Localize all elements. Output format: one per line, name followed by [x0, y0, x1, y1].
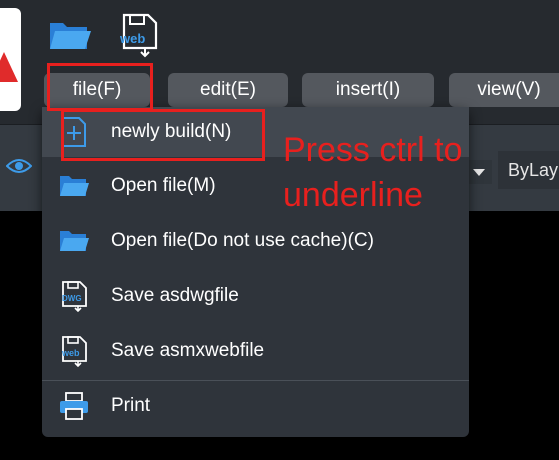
save-web-icon: web [58, 335, 90, 367]
folder-icon [58, 170, 90, 202]
new-file-icon [58, 116, 90, 148]
quick-save-web-button[interactable]: web [116, 12, 164, 58]
menu-item-print[interactable]: Print [42, 381, 469, 431]
folder-icon [58, 225, 90, 257]
save-web-badge: web [119, 31, 145, 46]
menu-tab-insert[interactable]: insert(I) [302, 73, 434, 107]
menu-item-label: Save asdwgfile [111, 285, 239, 306]
folder-icon [50, 23, 91, 49]
eye-icon[interactable] [6, 156, 32, 176]
menu-item-label: Save asmxwebfile [111, 340, 265, 361]
logo-mark [0, 52, 18, 82]
save-dwg-icon: DWG [58, 280, 90, 312]
menu-item-label: Print [111, 395, 151, 416]
dwg-badge: DWG [62, 294, 82, 303]
app-logo [0, 8, 21, 111]
save-web-icon: web [119, 13, 158, 58]
layer-combo[interactable]: ByLay [498, 151, 559, 189]
menu-item-open-file-no-cache[interactable]: Open file(Do not use cache)(C) [42, 216, 469, 266]
menu-tab-file[interactable]: file(F) [44, 73, 150, 107]
menu-tab-view[interactable]: view(V) [449, 73, 559, 107]
menu-item-label: newly build(N) [111, 121, 232, 142]
menu-item-label: Open file(M) [111, 175, 216, 196]
annotation-text: Press ctrl to underline [283, 131, 463, 214]
quick-open-button[interactable] [46, 12, 94, 58]
menu-item-save-web[interactable]: web Save asmxwebfile [42, 326, 469, 376]
printer-icon [58, 390, 90, 422]
menu-item-label: Open file(Do not use cache)(C) [111, 230, 374, 251]
web-badge: web [61, 348, 80, 358]
menu-tab-edit[interactable]: edit(E) [168, 73, 288, 107]
menu-item-save-dwg[interactable]: DWG Save asdwgfile [42, 271, 469, 321]
